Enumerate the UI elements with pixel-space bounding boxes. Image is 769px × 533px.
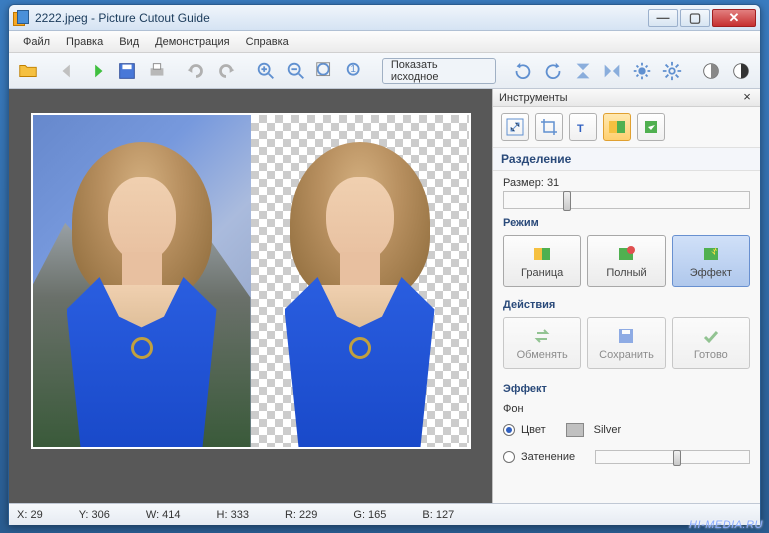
redo-button[interactable] xyxy=(213,58,239,84)
zoom-actual-button[interactable]: 1 xyxy=(342,58,368,84)
svg-text:1: 1 xyxy=(350,63,356,74)
back-button[interactable] xyxy=(55,58,81,84)
bg-label: Фон xyxy=(503,403,750,415)
flip-vertical-button[interactable] xyxy=(570,58,596,84)
zoom-in-button[interactable] xyxy=(253,58,279,84)
size-label: Размер: xyxy=(503,177,544,189)
panel-header: Инструменты × xyxy=(493,89,760,107)
text-tool[interactable]: T xyxy=(569,113,597,141)
menu-edit[interactable]: Правка xyxy=(58,36,111,48)
status-g: G: 165 xyxy=(353,509,386,521)
window-title: 2222.jpeg - Picture Cutout Guide xyxy=(35,11,648,25)
app-window: 2222.jpeg - Picture Cutout Guide — ▢ ✕ Ф… xyxy=(8,4,761,525)
status-r: R: 229 xyxy=(285,509,317,521)
actions-label: Действия xyxy=(493,297,760,313)
mode-full-button[interactable]: Полный xyxy=(587,235,665,287)
menu-file[interactable]: Файл xyxy=(15,36,58,48)
show-original-button[interactable]: Показать исходное xyxy=(382,58,496,84)
radio-shade[interactable]: Затенение xyxy=(503,451,575,463)
original-image xyxy=(33,115,251,447)
status-y: Y: 306 xyxy=(79,509,110,521)
brightness-button[interactable] xyxy=(629,58,655,84)
print-button[interactable] xyxy=(144,58,170,84)
statusbar: X: 29 Y: 306 W: 414 H: 333 R: 229 G: 165… xyxy=(9,503,760,525)
cutout-image xyxy=(251,115,469,447)
separation-header: Разделение xyxy=(493,148,760,171)
save-result-button[interactable]: Сохранить xyxy=(587,317,665,369)
zoom-out-button[interactable] xyxy=(283,58,309,84)
menu-demo[interactable]: Демонстрация xyxy=(147,36,238,48)
flip-horizontal-button[interactable] xyxy=(599,58,625,84)
minimize-button[interactable]: — xyxy=(648,9,678,27)
menu-help[interactable]: Справка xyxy=(238,36,297,48)
contrast-low-button[interactable] xyxy=(699,58,725,84)
resize-tool[interactable] xyxy=(501,113,529,141)
crop-tool[interactable] xyxy=(535,113,563,141)
mode-label: Режим xyxy=(493,215,760,231)
panel-close-button[interactable]: × xyxy=(740,91,754,105)
separation-tool[interactable] xyxy=(603,113,631,141)
undo-button[interactable] xyxy=(184,58,210,84)
svg-text:T: T xyxy=(577,123,584,135)
zoom-fit-button[interactable] xyxy=(312,58,338,84)
effect-label: Эффект xyxy=(493,379,760,397)
tools-panel: Инструменты × T Разделение Размер: 31 Ре… xyxy=(492,89,760,503)
settings-button[interactable] xyxy=(659,58,685,84)
radio-color[interactable]: Цвет xyxy=(503,424,546,436)
open-button[interactable] xyxy=(15,58,41,84)
swap-button[interactable]: Обменять xyxy=(503,317,581,369)
panel-title: Инструменты xyxy=(499,92,568,104)
mode-border-button[interactable]: Граница xyxy=(503,235,581,287)
shade-slider[interactable] xyxy=(595,450,750,464)
mode-effect-button[interactable]: Эффект xyxy=(672,235,750,287)
watermark: HI-MEDIA.RU xyxy=(689,519,763,531)
color-picker[interactable]: Silver xyxy=(566,423,622,437)
save-button[interactable] xyxy=(114,58,140,84)
size-slider[interactable] xyxy=(503,191,750,209)
rotate-right-button[interactable] xyxy=(540,58,566,84)
status-h: H: 333 xyxy=(217,509,249,521)
menu-view[interactable]: Вид xyxy=(111,36,147,48)
toolbar: 1 Показать исходное xyxy=(9,53,760,89)
menubar: Файл Правка Вид Демонстрация Справка xyxy=(9,31,760,53)
canvas-area[interactable] xyxy=(9,89,492,503)
size-value: 31 xyxy=(547,177,559,189)
paste-tool[interactable] xyxy=(637,113,665,141)
main-area: Инструменты × T Разделение Размер: 31 Ре… xyxy=(9,89,760,503)
maximize-button[interactable]: ▢ xyxy=(680,9,710,27)
contrast-high-button[interactable] xyxy=(728,58,754,84)
close-button[interactable]: ✕ xyxy=(712,9,756,27)
rotate-left-button[interactable] xyxy=(510,58,536,84)
app-icon xyxy=(13,10,29,26)
forward-button[interactable] xyxy=(84,58,110,84)
done-button[interactable]: Готово xyxy=(672,317,750,369)
status-x: X: 29 xyxy=(17,509,43,521)
titlebar: 2222.jpeg - Picture Cutout Guide — ▢ ✕ xyxy=(9,5,760,31)
status-b: B: 127 xyxy=(422,509,454,521)
status-w: W: 414 xyxy=(146,509,181,521)
